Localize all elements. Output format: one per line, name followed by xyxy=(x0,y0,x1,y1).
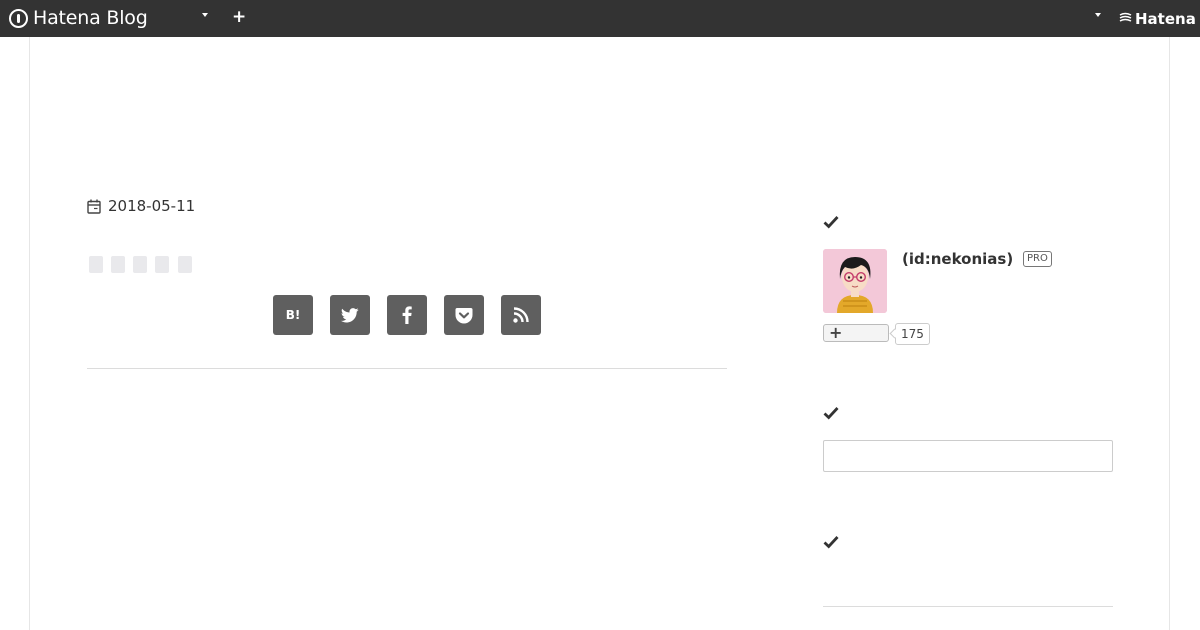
logo-text: Hatena Blog xyxy=(33,7,148,29)
title-placeholder-block xyxy=(133,256,147,273)
checkmark-icon xyxy=(823,536,839,549)
new-post-plus-icon[interactable]: + xyxy=(232,7,246,27)
search-input[interactable] xyxy=(823,440,1113,472)
entry-divider xyxy=(87,368,727,369)
subscriber-count: 175 xyxy=(895,323,930,345)
content-frame-left-border xyxy=(29,37,30,630)
checkmark-icon xyxy=(823,407,839,420)
rss-icon xyxy=(513,307,529,323)
global-header: Hatena Blog + Hatena xyxy=(0,0,1200,37)
calendar-icon xyxy=(87,199,101,214)
blog-menu-chevron-down-icon[interactable] xyxy=(202,13,208,17)
facebook-icon xyxy=(402,306,412,324)
checkmark-icon xyxy=(823,216,839,229)
hatena-bookmark-share-button[interactable]: B! xyxy=(273,295,313,335)
title-placeholder-block xyxy=(89,256,103,273)
entry-date: 2018-05-11 xyxy=(87,197,195,215)
pocket-icon xyxy=(455,307,473,323)
subscribe-button[interactable]: + xyxy=(823,323,889,342)
facebook-share-button[interactable] xyxy=(387,295,427,335)
content-frame-right-border xyxy=(1169,37,1170,630)
twitter-bird-icon xyxy=(341,307,359,322)
title-placeholder-block xyxy=(155,256,169,273)
entry-date-link[interactable]: 2018-05-11 xyxy=(108,197,195,215)
user-menu-chevron-down-icon[interactable] xyxy=(1095,13,1101,17)
profile-user-id-link[interactable]: (id:nekonias) xyxy=(902,250,1013,268)
avatar-illustration xyxy=(823,249,887,313)
hatena-blog-logo[interactable]: Hatena Blog xyxy=(9,7,148,29)
plus-icon: + xyxy=(829,323,843,342)
twitter-share-button[interactable] xyxy=(330,295,370,335)
sidebar-divider xyxy=(823,606,1113,607)
title-placeholder-block xyxy=(178,256,192,273)
hatena-bookmark-label: B! xyxy=(285,308,301,322)
hatena-blog-icon xyxy=(9,8,28,28)
profile-avatar[interactable] xyxy=(823,249,887,313)
hatena-brand-link[interactable]: Hatena xyxy=(1135,10,1196,28)
rss-subscribe-button[interactable] xyxy=(501,295,541,335)
pocket-share-button[interactable] xyxy=(444,295,484,335)
pro-badge: PRO xyxy=(1023,251,1052,267)
hatena-brand-icon xyxy=(1119,12,1132,22)
title-placeholder-block xyxy=(111,256,125,273)
